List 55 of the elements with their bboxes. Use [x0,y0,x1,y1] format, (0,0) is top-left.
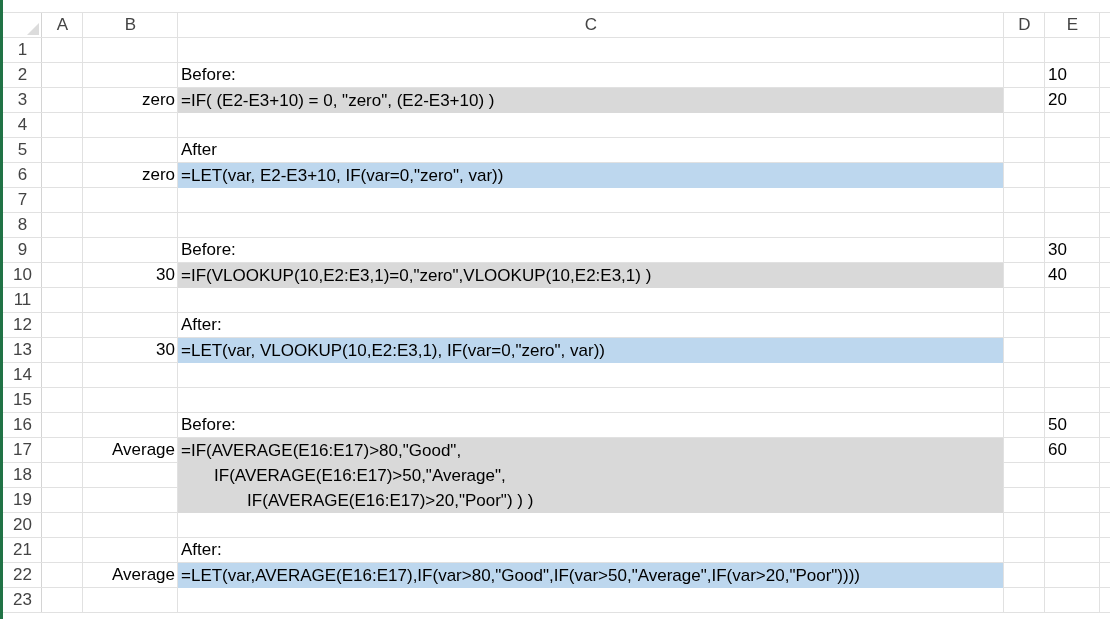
row-header[interactable]: 23 [3,588,42,613]
table-cell-text: zero [140,89,176,111]
table-cell-text: 20 [1047,89,1068,111]
table-cell: IF(AVERAGE(E16:E17)>20,"Poor") ) ) [178,488,1003,513]
column-header[interactable]: B [83,13,178,38]
table-cell-text: 30 [1047,239,1068,261]
table-cell-text: After: [180,314,223,336]
row-header[interactable]: 3 [3,88,42,113]
row-header[interactable]: 9 [3,238,42,263]
table-cell-text: After [180,139,218,161]
column-header[interactable]: E [1045,13,1100,38]
row-header[interactable]: 21 [3,538,42,563]
column-header[interactable]: D [1004,13,1045,38]
table-cell-text: Average [111,439,176,461]
table-cell: =IF(VLOOKUP(10,E2:E3,1)=0,"zero",VLOOKUP(10,E2:E3,1) ) [178,263,1003,288]
row-header[interactable]: 1 [3,38,42,63]
row-header[interactable]: 5 [3,138,42,163]
table-cell: =IF(AVERAGE(E16:E17)>80,"Good", [178,438,1003,463]
table-cell-text: Before: [180,64,237,86]
row-header[interactable]: 6 [3,163,42,188]
row-header[interactable]: 13 [3,338,42,363]
table-cell-text: Before: [180,239,237,261]
table-cell-text: 60 [1047,439,1068,461]
table-cell-text: zero [140,164,176,186]
select-all-button[interactable] [27,23,39,35]
table-cell: =LET(var, E2-E3+10, IF(var=0,"zero", var)) [178,163,1003,188]
row-header[interactable]: 8 [3,213,42,238]
row-header[interactable]: 15 [3,388,42,413]
table-cell-text: 30 [155,264,176,286]
row-header[interactable]: 16 [3,413,42,438]
row-header[interactable]: 4 [3,113,42,138]
table-cell-text: Before: [180,414,237,436]
column-header[interactable]: A [42,13,83,38]
table-cell: IF(AVERAGE(E16:E17)>50,"Average", [178,463,1003,488]
column-header[interactable]: C [178,13,1004,38]
row-header[interactable]: 12 [3,313,42,338]
row-header[interactable]: 10 [3,263,42,288]
table-cell-text: 10 [1047,64,1068,86]
row-header[interactable]: 14 [3,363,42,388]
row-header[interactable]: 17 [3,438,42,463]
table-cell-text: 30 [155,339,176,361]
row-header[interactable]: 19 [3,488,42,513]
table-cell: =LET(var,AVERAGE(E16:E17),IF(var>80,"Good",IF(var>50,"Average",IF(var>20,"Poor")))) [178,563,1003,588]
row-header[interactable]: 11 [3,288,42,313]
row-header[interactable]: 7 [3,188,42,213]
table-cell-text: 40 [1047,264,1068,286]
row-header[interactable]: 2 [3,63,42,88]
row-header[interactable]: 22 [3,563,42,588]
table-cell-text: Average [111,564,176,586]
row-header[interactable]: 18 [3,463,42,488]
table-cell-text: After: [180,539,223,561]
table-cell: =IF( (E2-E3+10) = 0, "zero", (E2-E3+10) ) [178,88,1003,113]
row-header[interactable]: 20 [3,513,42,538]
table-cell: =LET(var, VLOOKUP(10,E2:E3,1), IF(var=0,"zero", var)) [178,338,1003,363]
table-cell-text: 50 [1047,414,1068,436]
